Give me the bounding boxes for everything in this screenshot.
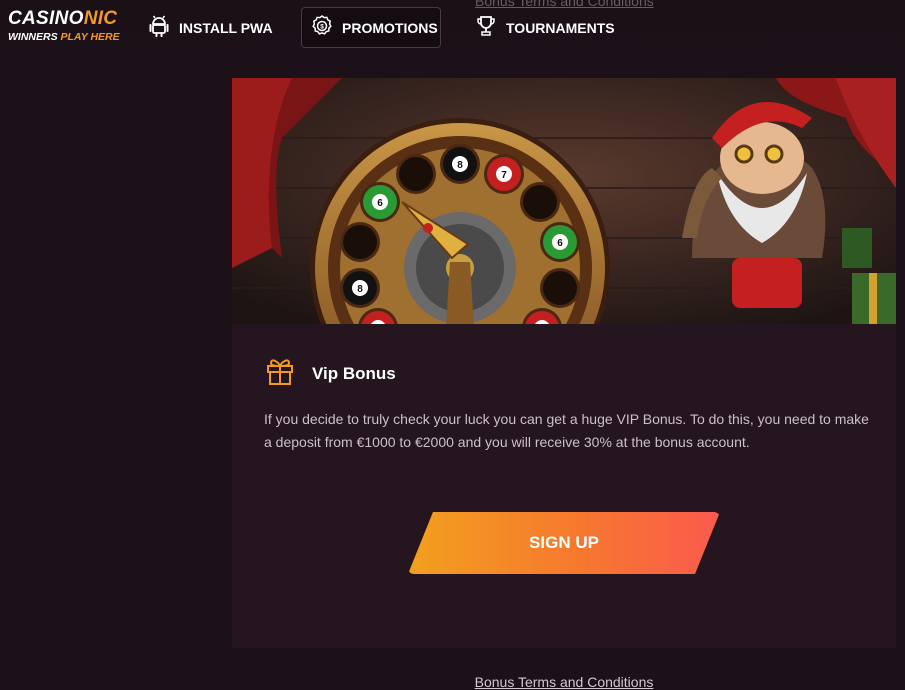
coin-badge-icon: $	[312, 15, 342, 40]
casino-logo[interactable]: CASINONIC WINNERS PLAY HERE	[8, 9, 120, 44]
svg-text:8: 8	[457, 160, 463, 171]
svg-text:8: 8	[357, 284, 363, 295]
sign-up-button-label: SIGN UP	[529, 533, 599, 552]
nav-install-pwa[interactable]: INSTALL PWA	[139, 7, 283, 48]
nav-promotions[interactable]: $ PROMOTIONS	[301, 7, 441, 48]
svg-text:6: 6	[377, 198, 383, 209]
logo-tagline: WINNERS PLAY HERE	[8, 31, 120, 43]
bonus-heading: Vip Bonus	[265, 356, 396, 391]
nav-tournaments[interactable]: TOURNAMENTS	[466, 7, 625, 48]
svg-text:7: 7	[501, 170, 507, 181]
bonus-terms-link[interactable]: Bonus Terms and Conditions	[475, 674, 654, 690]
bonus-card: 8 7 6 7 6 8 7	[232, 78, 896, 690]
nav-promotions-label: PROMOTIONS	[342, 19, 438, 36]
top-navigation-bar: Bonus Terms and Conditions CASINONIC WIN…	[0, 0, 905, 55]
bonus-banner-image: 8 7 6 7 6 8 7	[232, 78, 896, 324]
gift-icon	[265, 356, 312, 391]
bonus-description: If you decide to truly check your luck y…	[264, 411, 869, 450]
bonus-terms-row: Bonus Terms and Conditions	[232, 674, 896, 690]
svg-text:6: 6	[557, 238, 563, 249]
bonus-title: Vip Bonus	[312, 363, 396, 383]
nav-install-pwa-label: INSTALL PWA	[179, 19, 273, 36]
android-icon	[149, 15, 179, 40]
nav-tournaments-label: TOURNAMENTS	[506, 19, 615, 36]
svg-text:$: $	[320, 24, 324, 31]
trophy-icon	[476, 15, 506, 40]
sign-up-button[interactable]: SIGN UP	[408, 512, 720, 574]
logo-wordmark: CASINONIC	[8, 8, 118, 29]
bonus-card-body: Vip Bonus If you decide to truly check y…	[232, 324, 896, 690]
